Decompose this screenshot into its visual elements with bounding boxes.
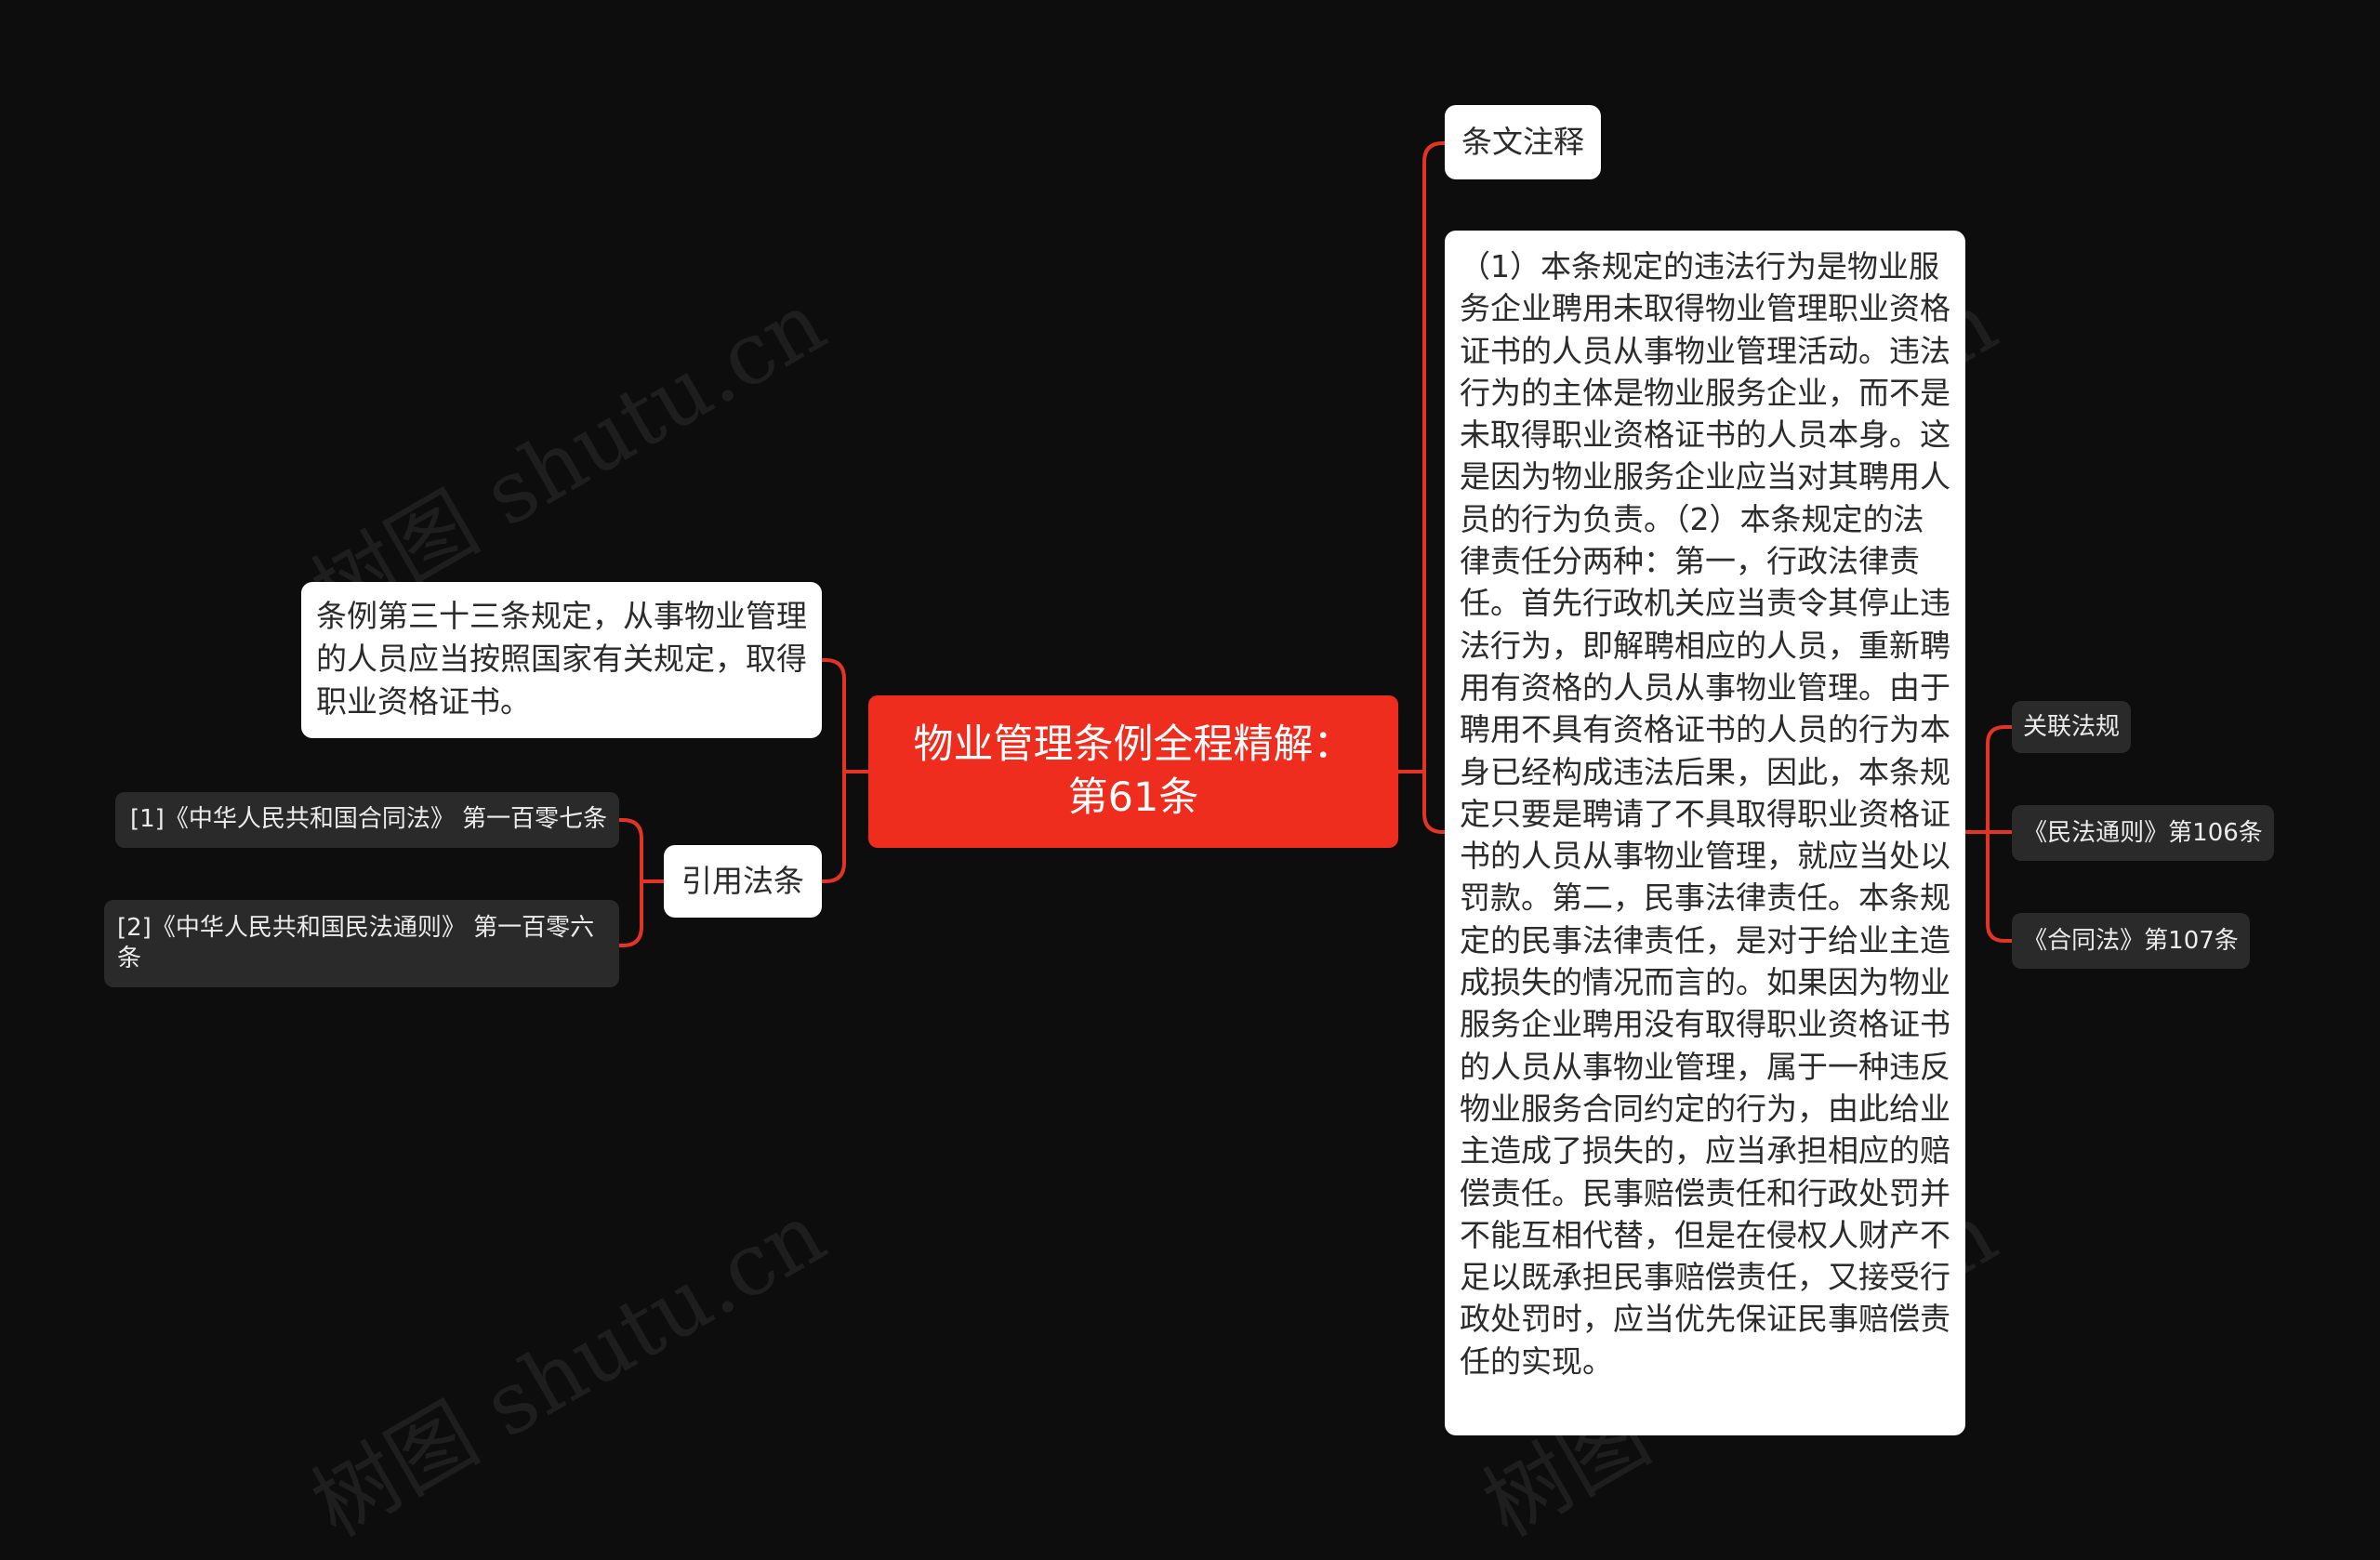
related-law-item[interactable]: 《民法通则》第106条: [2012, 805, 2274, 861]
annotation-text-node[interactable]: （1）本条规定的违法行为是物业服务企业聘用未取得物业管理职业资格证书的人员从事物…: [1445, 231, 1965, 1435]
cited-law-item[interactable]: [2]《中华人民共和国民法通则》 第一百零六条: [104, 900, 619, 987]
connector-root-cited: [820, 770, 846, 883]
note-node[interactable]: 条例第三十三条规定，从事物业管理的人员应当按照国家有关规定，取得职业资格证书。: [301, 582, 822, 738]
cited-laws-node[interactable]: 引用法条: [664, 845, 822, 918]
connector-cited-item2: [617, 879, 643, 947]
connector-cited-item1: [617, 818, 666, 883]
annotation-title-node[interactable]: 条文注释: [1445, 105, 1601, 179]
root-topic[interactable]: 物业管理条例全程精解： 第61条: [868, 695, 1398, 848]
connector-root-annotation-text: [1422, 770, 1447, 834]
mind-map-canvas: 树图 shutu.cn 树图 shutu.cn 树图 shutu.cn 树图 s…: [0, 0, 2380, 1556]
cited-law-item[interactable]: [1]《中华人民共和国合同法》 第一百零七条: [115, 792, 619, 848]
connector-root-annotation-title: [1396, 141, 1447, 773]
connector-related-title: [1986, 725, 2014, 834]
connector-related-item2: [1986, 830, 2014, 943]
root-topic-line2: 第61条: [1067, 774, 1199, 821]
connector-root-note: [820, 658, 870, 773]
related-laws-title[interactable]: 关联法规: [2012, 701, 2131, 753]
root-topic-line1: 物业管理条例全程精解：: [913, 721, 1354, 768]
related-law-item[interactable]: 《合同法》第107条: [2012, 913, 2250, 969]
